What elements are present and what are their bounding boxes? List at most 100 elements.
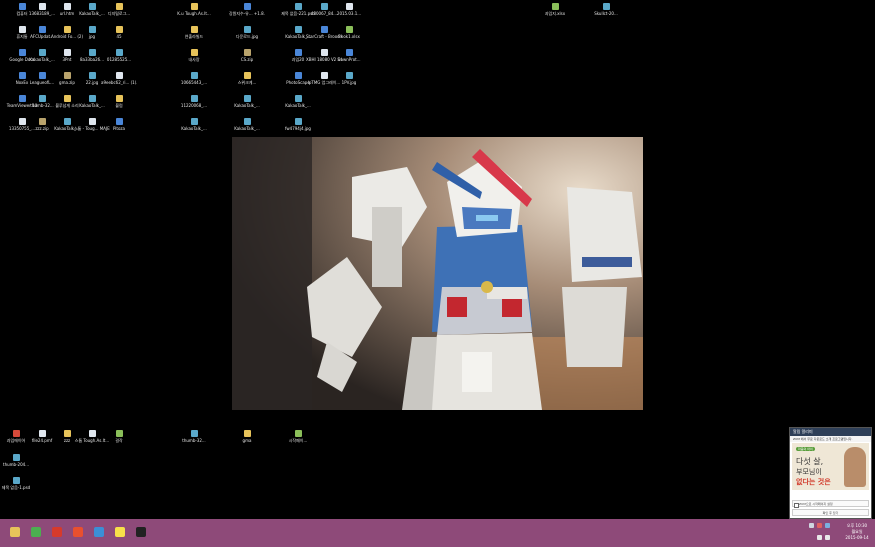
ad-line-1: 다섯 살, — [796, 457, 824, 466]
image-icon — [243, 95, 251, 102]
desktop-icon[interactable]: 01285525... — [101, 49, 137, 62]
taskbar-kakaotalk-button[interactable] — [111, 523, 129, 541]
desktop-icon-label: Book1.xlsx — [338, 34, 360, 39]
desktop-icon[interactable]: gma — [229, 430, 265, 443]
show-hidden-icons-icon[interactable] — [809, 523, 814, 528]
image-icon — [88, 72, 96, 79]
app-icon — [115, 118, 123, 125]
desktop-icon[interactable]: 다운로드.jpg — [229, 26, 265, 39]
desktop-icon-label: 제목 없음-1.psd — [1, 485, 31, 490]
network-icon[interactable] — [817, 535, 822, 540]
widget-ad-banner[interactable]: 마음의 아이 다섯 살, 부모님이 없다는 것은 — [792, 443, 869, 490]
desktop-icon[interactable]: 연출라빌드 — [176, 26, 212, 39]
taskbar: 오후 10:30 월요일 2015-09-14 — [0, 519, 875, 547]
ad-photo-child — [844, 447, 866, 487]
app-icon — [115, 430, 123, 437]
app-icon — [38, 26, 46, 33]
excel-icon — [551, 3, 559, 10]
image-icon — [88, 95, 96, 102]
tray-app-icon-2[interactable] — [825, 523, 830, 528]
image-icon — [243, 26, 251, 33]
image-icon — [88, 49, 96, 56]
image-icon — [190, 118, 198, 125]
image-icon — [115, 49, 123, 56]
desktop-icon-label: 01285525... — [106, 57, 132, 62]
desktop-icon[interactable]: 11220068_... — [176, 95, 212, 108]
tray-app-icon[interactable] — [817, 523, 822, 528]
desktop-icon[interactable]: Skullct-20... — [588, 3, 624, 16]
homepage-checkbox[interactable] — [794, 503, 799, 508]
taskbar-photoscape-button[interactable] — [132, 523, 150, 541]
image-icon — [243, 118, 251, 125]
desktop-icon[interactable]: thumb-204... — [0, 454, 34, 467]
close-after-confirm-button[interactable]: 확인 후 닫기 — [792, 509, 869, 516]
desktop-icon-label: 걸작 — [115, 438, 123, 443]
image-icon — [88, 26, 96, 33]
desktop-icon[interactable]: Pitoza — [101, 118, 137, 131]
folder-icon — [190, 26, 198, 33]
taskbar-internet-explorer-button[interactable] — [90, 523, 108, 541]
psd-icon — [12, 477, 20, 484]
widget-subtitle: ZUM 에서 무료 다운로드 소개 프로그램입니다. — [790, 436, 871, 442]
image-icon — [602, 3, 610, 10]
desktop-icon-label: gma — [242, 438, 252, 443]
image-icon — [63, 118, 71, 125]
volume-icon[interactable] — [825, 535, 830, 540]
desktop-icon[interactable]: 강원지수-유... +1.8.exe — [229, 3, 265, 16]
taskbar-file-explorer-button[interactable] — [6, 523, 24, 541]
desktop[interactable]: 컴퓨터 휴지통 Google Docs NoxEx TeamViewer 10 13350… — [0, 0, 875, 519]
desktop-icon-label: thumb-204... — [3, 462, 29, 467]
desktop-icon[interactable]: 블럼 — [101, 95, 137, 108]
desktop-icon[interactable]: KakaoTalk_... — [176, 118, 212, 131]
desktop-icon[interactable]: 내사랑 — [176, 49, 212, 62]
chrome-icon — [31, 527, 41, 537]
psd-icon — [294, 3, 302, 10]
desktop-icon-label: Skullct-20... — [594, 11, 618, 16]
desktop-icon-label: KakaoTalk_... — [234, 103, 260, 108]
desktop-icon-label: thumb-32... — [182, 438, 206, 443]
desktop-icon-label: 10665443_... — [180, 80, 208, 85]
desktop-icon[interactable]: 스위크게... — [229, 72, 265, 85]
desktop-icon[interactable]: KakaoTalk_... — [280, 95, 316, 108]
desktop-icon[interactable]: KakaoTalk_... — [229, 95, 265, 108]
image-icon — [345, 72, 353, 79]
desktop-icon[interactable]: 45 — [101, 26, 137, 39]
desktop-icon-label: Pitoza — [112, 126, 125, 131]
taskbar-chrome-button[interactable] — [27, 523, 45, 541]
desktop-icon[interactable]: 제목 없음-1.psd — [0, 477, 34, 490]
desktop-icon[interactable]: 10665443_... — [176, 72, 212, 85]
desktop-icon[interactable]: a9eebc62_ri... (1).mkv — [101, 72, 137, 85]
desktop-icon[interactable]: 1PV.jpg — [331, 72, 367, 85]
desktop-icon-label: a9eebc62_ri... (1).mkv — [101, 80, 137, 85]
image-icon — [190, 72, 198, 79]
zum-notification-widget[interactable]: 알림 알리미 ZUM 에서 무료 다운로드 소개 프로그램입니다. 마음의 아이… — [789, 427, 872, 519]
desktop-icon[interactable]: 2015.03.1... — [331, 3, 367, 16]
folder-icon — [63, 95, 71, 102]
file-icon — [320, 72, 328, 79]
file-icon — [88, 430, 96, 437]
file-icon — [38, 3, 46, 10]
desktop-icon[interactable]: KakaoTalk_... — [229, 118, 265, 131]
taskbar-alyac-button[interactable] — [48, 523, 66, 541]
desktop-icon[interactable]: DawnProt... — [331, 49, 367, 62]
desktop-icon[interactable]: 과임지.xlsx — [537, 3, 573, 16]
folder-icon — [190, 49, 198, 56]
desktop-icon[interactable]: 걸작 — [101, 430, 137, 443]
set-homepage-checkbox-row[interactable]: ZUM으로 시작페이지 설정 — [792, 500, 869, 508]
desktop-icon[interactable]: thumb-32... — [176, 430, 212, 443]
desktop-icon[interactable]: K.u Tough.As.It... — [176, 3, 212, 16]
shield-icon — [52, 527, 62, 537]
app-icon — [294, 49, 302, 56]
folder-icon — [115, 26, 123, 33]
desktop-icon[interactable]: fw4794j4.jpg — [280, 118, 316, 131]
taskbar-daum-pot-player-button[interactable] — [69, 523, 87, 541]
desktop-icon[interactable]: 디지털로그... — [101, 3, 137, 16]
desktop-icon[interactable]: Book1.xlsx — [331, 26, 367, 39]
desktop-icon[interactable]: CS.zip — [229, 49, 265, 62]
desktop-icon-label: 다운로드.jpg — [235, 34, 259, 39]
desktop-icon[interactable]: 시작페이... — [280, 430, 316, 443]
checkbox-label: ZUM으로 시작페이지 설정 — [799, 502, 833, 506]
taskbar-clock[interactable]: 오후 10:30 월요일 2015-09-14 — [843, 523, 871, 541]
image-icon — [190, 430, 198, 437]
desktop-icon-label: KakaoTalk_... — [285, 103, 311, 108]
